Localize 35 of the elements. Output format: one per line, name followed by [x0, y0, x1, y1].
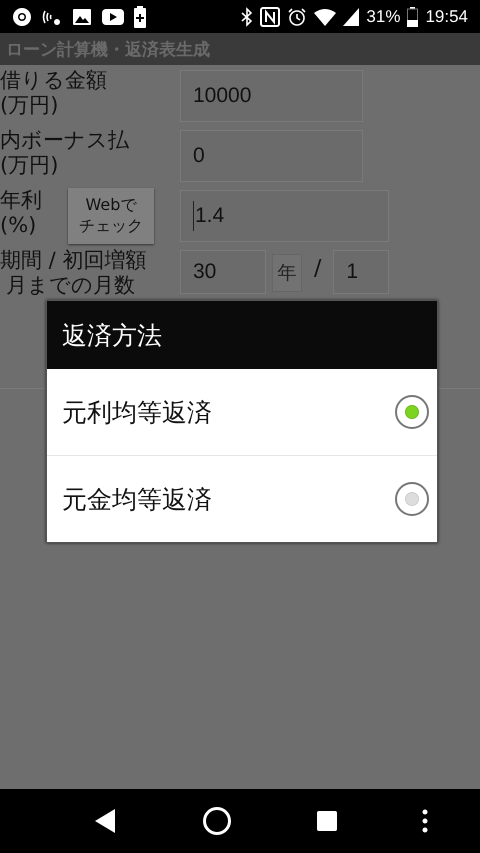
- radio-button[interactable]: [395, 482, 429, 516]
- nfc-icon: [260, 6, 280, 26]
- dialog-title: 返済方法: [47, 301, 437, 369]
- option-label: 元金均等返済: [62, 484, 212, 516]
- browser-icon: [12, 6, 32, 26]
- input-field[interactable]: 0: [180, 130, 363, 182]
- wifi-icon: [314, 8, 336, 26]
- alarm-icon: [287, 6, 308, 26]
- field-label: 年利 (%): [0, 188, 43, 238]
- back-icon[interactable]: [92, 808, 116, 834]
- option-label: 元利均等返済: [62, 396, 212, 428]
- image-icon: [72, 8, 92, 26]
- battery-charging-icon: [134, 6, 146, 28]
- battery-icon: [407, 6, 418, 26]
- battery-percent: 31%: [366, 6, 400, 26]
- home-icon[interactable]: [202, 806, 232, 836]
- separator: /: [313, 256, 322, 281]
- input-field[interactable]: 1.4: [180, 190, 389, 242]
- clock: 19:54: [425, 6, 468, 26]
- recents-icon[interactable]: [316, 811, 336, 831]
- input-field[interactable]: 1: [333, 250, 390, 294]
- web-check-button[interactable]: Webで チェック: [68, 188, 154, 244]
- field-label: 内ボーナス払 (万円): [0, 128, 130, 178]
- option-item[interactable]: 元金均等返済: [47, 456, 437, 542]
- signal-icon: [343, 8, 360, 26]
- more-icon[interactable]: [422, 809, 428, 833]
- input-field[interactable]: 10000: [180, 70, 363, 122]
- field-label: 期間 / 初回増額 月までの月数: [0, 248, 148, 298]
- field-label: 借りる金額 (万円): [0, 68, 108, 118]
- unit-dropdown[interactable]: 年: [272, 254, 302, 292]
- input-field[interactable]: 30: [180, 250, 266, 294]
- play-icon: [102, 8, 124, 24]
- bluetooth-icon: [241, 6, 254, 26]
- option-item[interactable]: 元利均等返済: [47, 369, 437, 456]
- radio-button[interactable]: [395, 395, 429, 429]
